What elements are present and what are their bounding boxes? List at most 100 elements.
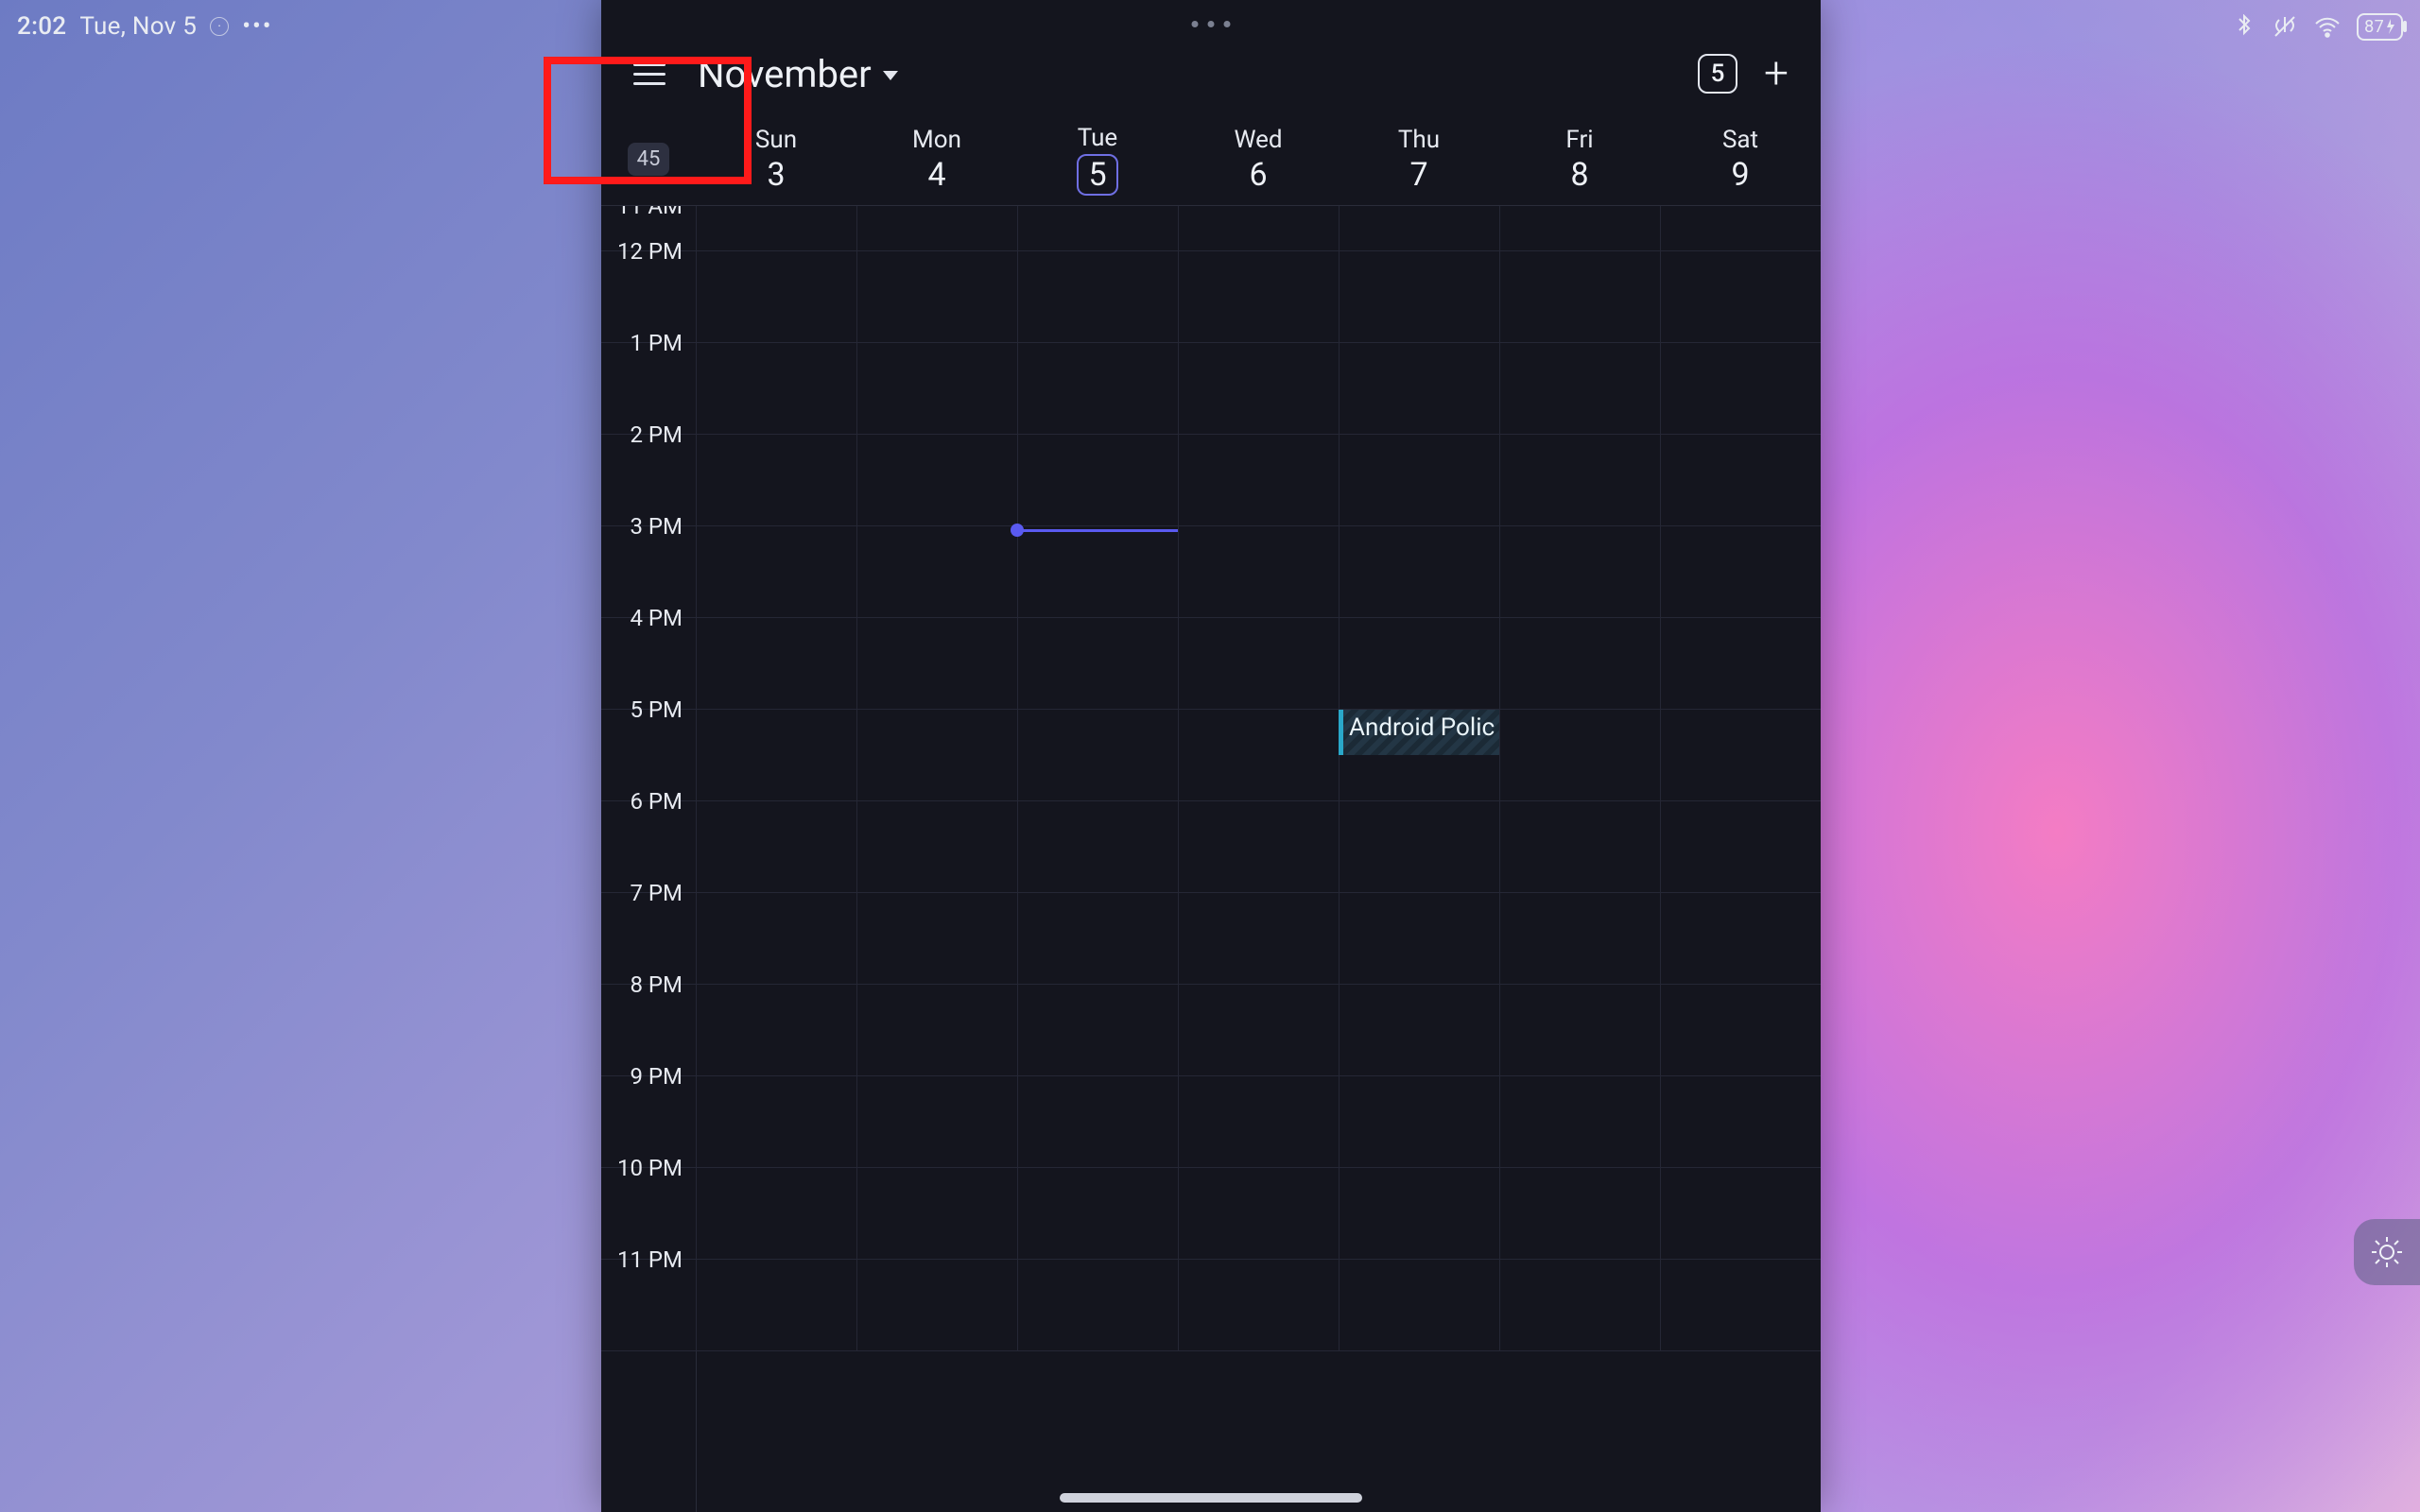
grid-cell[interactable] [1178,1076,1339,1167]
grid-cell[interactable] [856,251,1017,342]
grid-cell[interactable] [696,618,856,709]
grid-cell[interactable] [856,1076,1017,1167]
month-picker[interactable]: November [698,52,898,96]
grid-cell[interactable] [696,801,856,892]
grid-cell[interactable] [1339,251,1499,342]
grid-cell[interactable] [1017,801,1178,892]
grid-cell[interactable] [1339,985,1499,1075]
day-header-wed[interactable]: Wed 6 [1178,113,1339,205]
today-button[interactable]: 5 [1698,54,1737,94]
calendar-event[interactable]: Android Polic [1339,710,1499,755]
grid-cell[interactable] [1339,526,1499,617]
more-notifications-icon[interactable]: ••• [242,12,272,41]
grid-cell[interactable] [1660,618,1821,709]
grid-cell[interactable] [1017,710,1178,800]
grid-cell[interactable] [1660,893,1821,984]
grid-cell[interactable] [856,618,1017,709]
grid-cell[interactable] [696,435,856,525]
grid-cell[interactable] [1178,526,1339,617]
grid-cell[interactable] [1017,435,1178,525]
hour-row[interactable]: 5 PM [601,710,1821,801]
grid-cell[interactable] [1339,1168,1499,1259]
brightness-fab[interactable] [2354,1219,2420,1285]
menu-button[interactable] [633,55,671,93]
grid-cell[interactable] [1660,985,1821,1075]
hour-row[interactable]: 11 AM [601,206,1821,251]
grid-cell[interactable] [1499,893,1660,984]
grid-cell[interactable] [856,1260,1017,1350]
grid-cell[interactable] [856,710,1017,800]
grid-cell[interactable] [696,893,856,984]
grid-cell[interactable] [1178,1168,1339,1259]
add-event-button[interactable]: + [1764,52,1789,95]
grid-cell[interactable] [1017,1076,1178,1167]
hour-row[interactable]: 12 PM [601,251,1821,343]
grid-cell[interactable] [1660,206,1821,250]
grid-cell[interactable] [1017,526,1178,617]
grid-cell[interactable] [856,206,1017,250]
app-drag-handle-icon[interactable] [1192,21,1231,27]
grid-cell[interactable] [1178,343,1339,434]
grid-cell[interactable] [1660,801,1821,892]
grid-cell[interactable] [1178,893,1339,984]
grid-cell[interactable] [1339,801,1499,892]
grid-cell[interactable] [1660,343,1821,434]
grid-cell[interactable] [1017,206,1178,250]
grid-cell[interactable] [1017,618,1178,709]
hour-row[interactable]: 7 PM [601,893,1821,985]
grid-cell[interactable] [856,801,1017,892]
grid-cell[interactable] [1017,343,1178,434]
grid-cell[interactable] [1017,1168,1178,1259]
grid-cell[interactable] [856,893,1017,984]
grid-cell[interactable] [1178,618,1339,709]
grid-cell[interactable] [1178,801,1339,892]
grid-cell[interactable] [1499,985,1660,1075]
grid-cell[interactable] [696,206,856,250]
grid-cell[interactable] [1339,1076,1499,1167]
grid-cell[interactable] [1178,710,1339,800]
grid-cell[interactable] [696,526,856,617]
grid-cell[interactable] [1339,1260,1499,1350]
grid-cell[interactable] [1017,985,1178,1075]
grid-cell[interactable] [696,710,856,800]
grid-cell[interactable] [1660,526,1821,617]
day-header-tue[interactable]: Tue 5 [1017,113,1178,205]
grid-cell[interactable] [1178,251,1339,342]
hour-row[interactable]: 6 PM [601,801,1821,893]
grid-cell[interactable] [1660,435,1821,525]
grid-cell[interactable] [1339,618,1499,709]
grid-cell[interactable] [856,343,1017,434]
hour-row[interactable]: 2 PM [601,435,1821,526]
day-header-thu[interactable]: Thu 7 [1339,113,1499,205]
grid-cell[interactable] [1499,1260,1660,1350]
grid-cell[interactable] [1660,251,1821,342]
grid-cell[interactable] [1339,893,1499,984]
hour-row[interactable]: 8 PM [601,985,1821,1076]
grid-cell[interactable] [696,1260,856,1350]
navigation-bar-pill[interactable] [1060,1493,1362,1503]
grid-cell[interactable] [1178,1260,1339,1350]
grid-cell[interactable] [696,1076,856,1167]
hour-row[interactable]: 3 PM [601,526,1821,618]
grid-cell[interactable] [696,985,856,1075]
hour-row[interactable]: 4 PM [601,618,1821,710]
hour-row[interactable]: 1 PM [601,343,1821,435]
grid-cell[interactable] [1499,206,1660,250]
grid-cell[interactable] [1178,985,1339,1075]
grid-cell[interactable] [1339,435,1499,525]
grid-cell[interactable] [1499,710,1660,800]
grid-cell[interactable] [1499,251,1660,342]
grid-cell[interactable] [696,1168,856,1259]
grid-cell[interactable] [1499,435,1660,525]
grid-cell[interactable] [1017,893,1178,984]
grid-cell[interactable] [1499,1076,1660,1167]
day-header-sun[interactable]: Sun 3 [696,113,856,205]
grid-cell[interactable] [1660,1260,1821,1350]
grid-cell[interactable] [856,435,1017,525]
grid-cell[interactable] [1178,435,1339,525]
grid-cell[interactable] [1660,1076,1821,1167]
grid-cell[interactable] [856,1168,1017,1259]
grid-cell[interactable] [1178,206,1339,250]
day-header-fri[interactable]: Fri 8 [1499,113,1660,205]
grid-cell[interactable] [1660,1168,1821,1259]
